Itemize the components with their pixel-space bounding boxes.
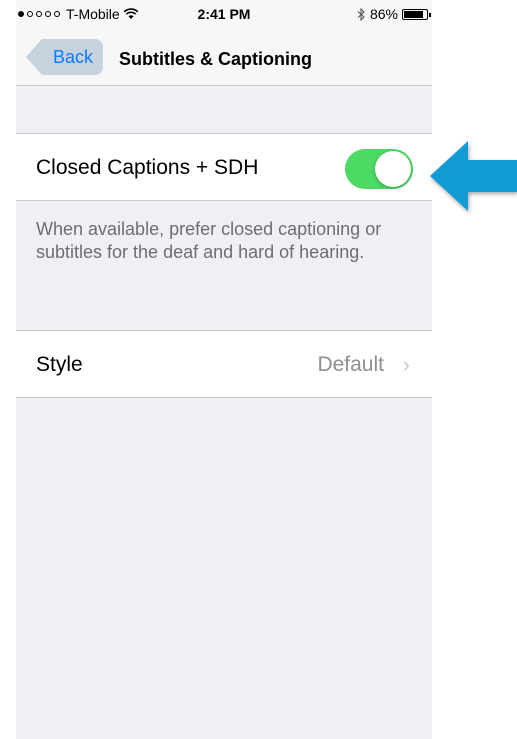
battery-fill: [404, 10, 423, 18]
closed-captions-label: Closed Captions + SDH: [36, 156, 259, 179]
arrow-left-icon: [430, 141, 517, 211]
battery-icon: [402, 8, 431, 20]
page-title: Subtitles & Captioning: [119, 49, 312, 69]
back-button[interactable]: Back: [26, 39, 104, 75]
closed-captions-toggle[interactable]: [345, 149, 413, 189]
status-right: 86%: [357, 6, 431, 22]
style-label: Style: [36, 353, 83, 376]
closed-captions-row: Closed Captions + SDH: [16, 133, 432, 201]
toggle-knob: [375, 151, 411, 187]
bluetooth-icon: [357, 7, 365, 21]
status-bar: T-Mobile 2:41 PM 86%: [16, 0, 432, 28]
style-value: Default: [317, 353, 384, 376]
back-button-label: Back: [53, 46, 94, 67]
navigation-bar: Back Subtitles & Captioning: [16, 28, 432, 86]
battery-tip: [429, 12, 431, 17]
closed-captions-description: When available, prefer closed captioning…: [36, 219, 382, 262]
chevron-right-icon: ›: [402, 352, 410, 377]
phone-screen: T-Mobile 2:41 PM 86% Back Subtitles & Ca…: [16, 0, 432, 739]
battery-percent: 86%: [369, 6, 398, 22]
style-row[interactable]: Style Default ›: [16, 330, 432, 398]
